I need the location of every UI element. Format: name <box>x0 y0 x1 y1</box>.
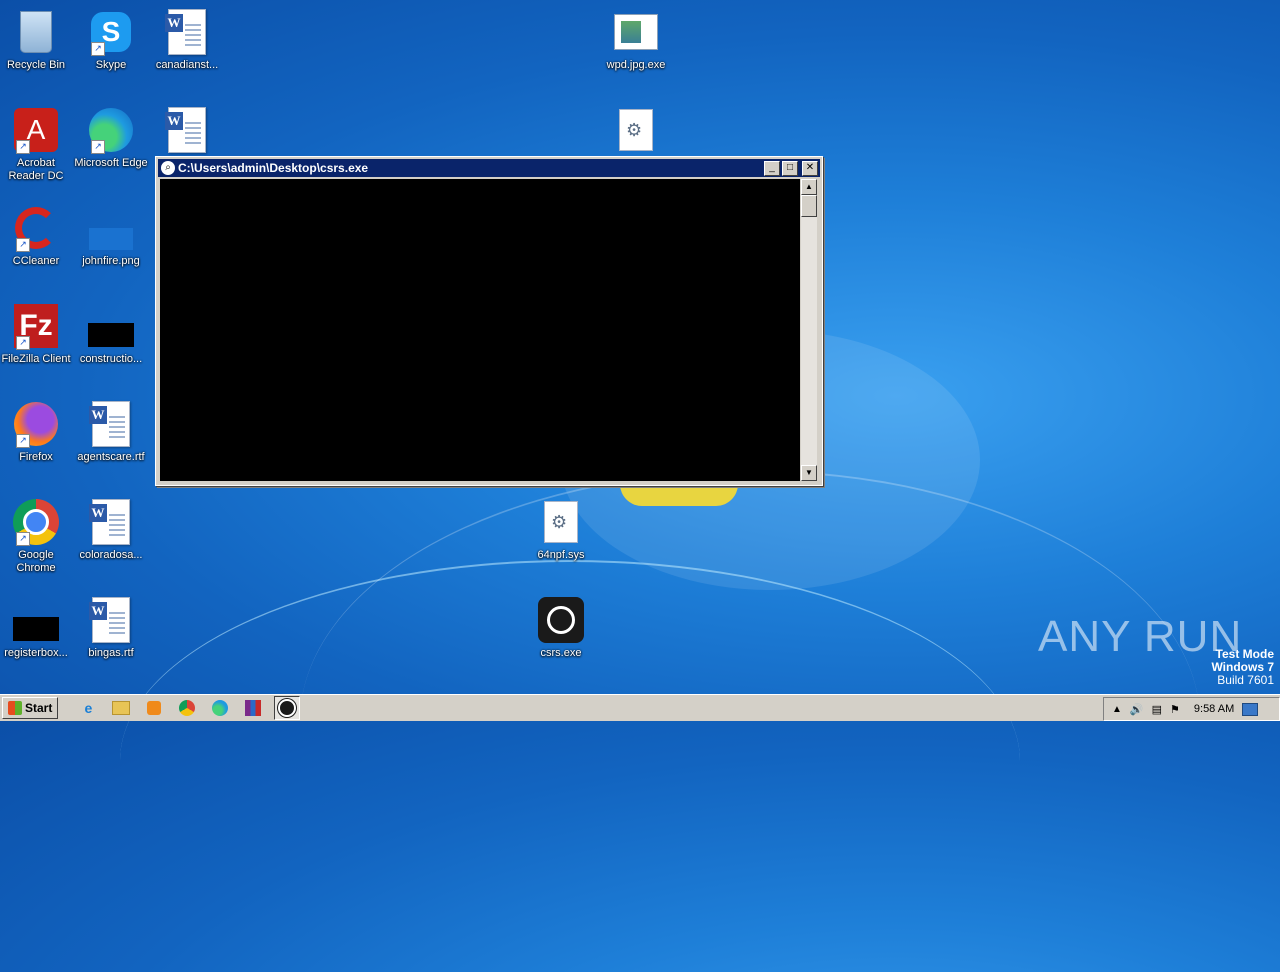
desktop-icon-bingas-rtf[interactable]: W bingas.rtf <box>73 596 149 660</box>
volume-icon[interactable]: 🔊 <box>1130 703 1144 716</box>
desktop-icon-ccleaner[interactable]: ↗ CCleaner <box>0 204 74 268</box>
desktop-icon-doc-2[interactable]: W <box>149 106 225 157</box>
wallpaper-swoosh <box>300 470 1200 972</box>
windows-logo-icon <box>8 701 22 715</box>
start-button[interactable]: Start <box>2 697 59 719</box>
wallpaper-flower <box>620 484 738 506</box>
window-titlebar[interactable]: ⌕ C:\Users\admin\Desktop\csrs.exe _ □ ✕ <box>158 159 820 177</box>
media-player-icon <box>147 701 162 715</box>
shortcut-arrow-icon: ↗ <box>91 140 105 154</box>
desktop-icon-settings-file[interactable]: ⚙ <box>598 106 674 157</box>
desktop-icon-filezilla[interactable]: Fz ↗ FileZilla Client <box>0 302 74 366</box>
image-file-icon <box>614 14 658 50</box>
desktop-icon-acrobat-reader[interactable]: A ↗ Acrobat Reader DC <box>0 106 74 183</box>
desktop-icon-microsoft-edge[interactable]: ↗ Microsoft Edge <box>73 106 149 170</box>
word-document-icon: W <box>89 597 130 643</box>
show-desktop-icon[interactable] <box>1242 702 1259 716</box>
system-file-icon: ⚙ <box>619 109 653 151</box>
show-hidden-icons-icon[interactable]: ▲ <box>1112 704 1122 715</box>
test-mode-notice: Test Mode Windows 7 Build 7601 <box>1211 647 1274 687</box>
desktop-icon-recycle-bin[interactable]: Recycle Bin <box>0 8 74 72</box>
desktop-icon-johnfire-png[interactable]: johnfire.png <box>73 204 149 268</box>
clock[interactable]: 9:58 AM <box>1194 703 1234 715</box>
taskbar-winrar[interactable] <box>241 697 265 719</box>
maximize-button[interactable]: □ <box>782 160 798 176</box>
console-window[interactable]: ⌕ C:\Users\admin\Desktop\csrs.exe _ □ ✕ … <box>155 156 823 486</box>
network-icon[interactable]: ▤ <box>1152 703 1162 716</box>
action-center-flag-icon[interactable]: ⚑ <box>1170 703 1180 716</box>
desktop-icon-google-chrome[interactable]: ↗ Google Chrome <box>0 498 74 575</box>
taskbar-edge[interactable] <box>208 697 232 719</box>
black-thumbnail-icon <box>88 323 134 347</box>
shortcut-arrow-icon: ↗ <box>16 434 30 448</box>
black-thumbnail-icon <box>13 617 59 641</box>
word-document-icon: W <box>165 9 206 55</box>
edge-icon <box>212 700 229 716</box>
desktop-icon-constructio[interactable]: constructio... <box>73 302 149 366</box>
chrome-icon <box>179 700 196 716</box>
magnifier-icon <box>278 699 297 717</box>
shortcut-arrow-icon: ↗ <box>16 238 30 252</box>
scroll-thumb[interactable] <box>801 195 817 217</box>
system-file-icon: ⚙ <box>544 501 578 543</box>
taskbar-chrome[interactable] <box>175 697 199 719</box>
close-button[interactable]: ✕ <box>802 160 818 176</box>
desktop-icon-wpd-jpg-exe[interactable]: wpd.jpg.exe <box>598 8 674 72</box>
taskbar-explorer[interactable] <box>109 697 133 719</box>
shortcut-arrow-icon: ↗ <box>91 42 105 56</box>
desktop-icon-coloradosa[interactable]: W coloradosa... <box>73 498 149 562</box>
desktop-icon-firefox[interactable]: ↗ Firefox <box>0 400 74 464</box>
desktop-icon-csrs-exe[interactable]: csrs.exe <box>523 596 599 660</box>
winrar-icon <box>245 700 262 716</box>
minimize-button[interactable]: _ <box>764 160 780 176</box>
recycle-bin-icon <box>20 11 52 53</box>
folder-icon <box>112 701 131 715</box>
desktop-icon-64npf-sys[interactable]: ⚙ 64npf.sys <box>523 498 599 562</box>
shortcut-arrow-icon: ↗ <box>16 140 30 154</box>
console-output[interactable] <box>160 179 800 481</box>
taskbar-media-player[interactable] <box>142 697 166 719</box>
magnifier-icon: ⌕ <box>161 161 175 175</box>
word-document-icon: W <box>89 499 130 545</box>
system-tray: ▲ 🔊 ▤ ⚑ 9:58 AM <box>1103 697 1280 721</box>
shortcut-arrow-icon: ↗ <box>16 532 30 546</box>
vertical-scrollbar[interactable]: ▲ ▼ <box>801 179 817 481</box>
shortcut-arrow-icon: ↗ <box>16 336 30 350</box>
taskbar: Start e ▲ 🔊 ▤ ⚑ 9:58 AM <box>0 694 1280 721</box>
taskbar-internet-explorer[interactable]: e <box>76 697 100 719</box>
word-document-icon: W <box>165 107 206 153</box>
internet-explorer-icon: e <box>84 700 93 716</box>
desktop-icon-agentscare-rtf[interactable]: W agentscare.rtf <box>73 400 149 464</box>
desktop-icon-registerbox[interactable]: registerbox... <box>0 596 74 660</box>
scroll-down-button[interactable]: ▼ <box>801 465 817 481</box>
taskbar-csrs-exe[interactable] <box>274 696 301 720</box>
magnifier-app-icon <box>538 597 584 643</box>
scroll-up-button[interactable]: ▲ <box>801 179 817 195</box>
png-thumbnail-icon <box>89 228 133 250</box>
desktop-icon-canadianst[interactable]: W canadianst... <box>149 8 225 72</box>
window-title: C:\Users\admin\Desktop\csrs.exe <box>178 161 369 175</box>
desktop-icon-skype[interactable]: S ↗ Skype <box>73 8 149 72</box>
word-document-icon: W <box>89 401 130 447</box>
